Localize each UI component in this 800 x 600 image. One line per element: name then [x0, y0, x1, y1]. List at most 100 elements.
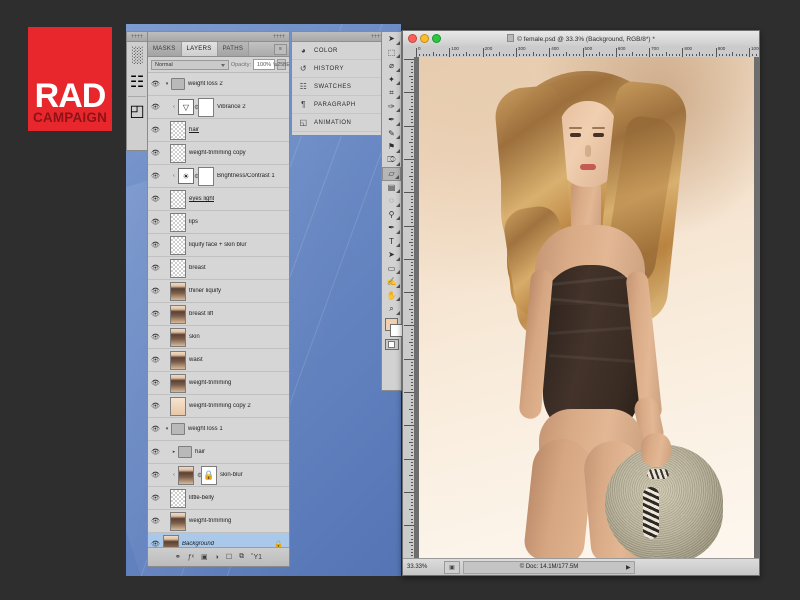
- layer-name[interactable]: waist: [189, 357, 203, 363]
- layer-name[interactable]: weight-trimming: [189, 380, 231, 386]
- layer-name[interactable]: weight loss 1: [188, 426, 223, 432]
- blur-tool[interactable]: ◌: [382, 194, 401, 208]
- side-panel-grip[interactable]: [292, 32, 387, 42]
- layer-thumbnail[interactable]: [170, 189, 186, 209]
- layer-name[interactable]: weight-trimming copy 2: [189, 403, 251, 409]
- side-panel-item[interactable]: ↺ HISTORY: [292, 60, 387, 78]
- crop-tool[interactable]: ⌗: [382, 86, 401, 100]
- layers-panel-tabs[interactable]: MASKS LAYERS PATHS ≡: [148, 42, 289, 57]
- layer-name[interactable]: hair: [195, 449, 205, 455]
- layer-name[interactable]: thiner liquify: [189, 288, 221, 294]
- layer-row[interactable]: 👁 eyes light: [148, 188, 289, 211]
- layer-visibility-icon[interactable]: 👁: [148, 241, 163, 249]
- layer-row[interactable]: 👁 skin: [148, 326, 289, 349]
- eraser-tool[interactable]: ▱: [382, 167, 401, 181]
- zoom-tool[interactable]: ⌕: [382, 302, 401, 316]
- new-layer-button[interactable]: ⧉: [239, 553, 244, 561]
- layer-thumbnail[interactable]: [170, 281, 186, 301]
- layer-thumbnail[interactable]: [170, 143, 186, 163]
- layer-style-button[interactable]: ƒˣ: [188, 554, 194, 561]
- layer-name[interactable]: lips: [189, 219, 198, 225]
- layer-name[interactable]: Brightness/Contrast 1: [217, 173, 275, 179]
- layer-row[interactable]: 👁 little-belly: [148, 487, 289, 510]
- layer-thumbnail[interactable]: [171, 78, 185, 90]
- group-disclosure-icon[interactable]: ▸: [170, 449, 178, 455]
- dodge-tool[interactable]: ⚲: [382, 208, 401, 222]
- layer-name[interactable]: skin: [189, 334, 200, 340]
- tab-masks[interactable]: MASKS: [148, 42, 182, 56]
- layer-row[interactable]: 👁 lips: [148, 211, 289, 234]
- layer-row[interactable]: 👁 ▾ weight loss 2: [148, 73, 289, 96]
- tab-paths[interactable]: PATHS: [217, 42, 250, 56]
- group-disclosure-icon[interactable]: ▾: [163, 81, 171, 87]
- layer-row[interactable]: 👁 waist: [148, 349, 289, 372]
- layer-name[interactable]: liquify face + skin blur: [189, 242, 247, 248]
- new-adjustment-layer-button[interactable]: ◑: [215, 554, 219, 561]
- navigator-panel-icon[interactable]: ◰: [127, 99, 147, 123]
- layer-row[interactable]: 👁 weight-trimming: [148, 510, 289, 533]
- layer-thumbnail[interactable]: [170, 396, 186, 416]
- tool-list[interactable]: ➤ ⬚ ⌀ ✦ ⌗ ✑ ✒ ✎ ⚑ ⎄ ▱ ▤ ◌ ⚲ ✒ T ➤ ▭ ✍ ✋ ⌕: [382, 32, 401, 316]
- layer-mask-thumbnail[interactable]: 🔒: [201, 465, 217, 485]
- adjustment-layer-thumbnail[interactable]: ☀: [178, 168, 194, 184]
- brush-tool[interactable]: ✎: [382, 127, 401, 141]
- layer-row[interactable]: 👁 ‹ ⚙ 🔒 skin-blur: [148, 464, 289, 487]
- color-swatches[interactable]: [382, 316, 403, 338]
- layer-visibility-icon[interactable]: 👁: [148, 172, 163, 180]
- layer-row[interactable]: 👁 ▾ weight loss 1: [148, 418, 289, 441]
- layer-name[interactable]: breast lift: [189, 311, 213, 317]
- collapsed-panel-dock[interactable]: ░ ☷ ◰: [126, 31, 148, 151]
- history-brush-tool[interactable]: ⎄: [382, 154, 401, 168]
- layers-panel[interactable]: MASKS LAYERS PATHS ≡ Normal Opacity: 100…: [147, 31, 290, 567]
- layer-visibility-icon[interactable]: 👁: [148, 126, 163, 134]
- layer-visibility-icon[interactable]: 👁: [148, 402, 163, 410]
- layer-thumbnail[interactable]: [178, 465, 194, 485]
- layers-panel-bottom-bar[interactable]: ⚭ ƒˣ ▣ ◑ ☐ ⧉ Ὕ1: [148, 547, 289, 566]
- layer-name[interactable]: weight-trimming: [189, 518, 231, 524]
- side-panel-list[interactable]: ◕ COLOR ↺ HISTORY ☷ SWATCHES ¶ PARAGRAPH ◱ ANIMAT…: [292, 42, 387, 132]
- layer-mask-thumbnail[interactable]: [198, 97, 214, 117]
- layer-row[interactable]: 👁 liquify face + skin blur: [148, 234, 289, 257]
- layer-name[interactable]: hair: [189, 127, 199, 133]
- layer-thumbnail[interactable]: [170, 258, 186, 278]
- layer-visibility-icon[interactable]: 👁: [148, 356, 163, 364]
- layer-thumbnail[interactable]: [170, 120, 186, 140]
- window-controls[interactable]: [403, 34, 441, 43]
- layer-thumbnail[interactable]: [170, 327, 186, 347]
- layer-visibility-icon[interactable]: 👁: [148, 379, 163, 387]
- layer-row[interactable]: 👁 weight-trimming copy 2: [148, 395, 289, 418]
- blend-mode-select[interactable]: Normal: [151, 59, 229, 70]
- info-panel-icon[interactable]: ☷: [127, 70, 147, 94]
- layer-visibility-icon[interactable]: 👁: [148, 333, 163, 341]
- layer-visibility-icon[interactable]: 👁: [148, 425, 163, 433]
- layer-visibility-icon[interactable]: 👁: [148, 494, 163, 502]
- quick-mask-toggle[interactable]: [382, 338, 401, 351]
- layer-visibility-icon[interactable]: 👁: [148, 517, 163, 525]
- type-tool[interactable]: T: [382, 235, 401, 249]
- side-panel-item[interactable]: ◱ ANIMATION: [292, 114, 387, 132]
- layer-row[interactable]: 👁 weight-trimming copy: [148, 142, 289, 165]
- layer-row[interactable]: 👁 ‹ ☀ ⚙ Brightness/Contrast 1: [148, 165, 289, 188]
- panel-menu-icon[interactable]: ≡: [274, 44, 287, 55]
- document-window[interactable]: © female.psd @ 33.3% (Background, RGB/8*…: [402, 30, 760, 576]
- dock-grip-bar[interactable]: [127, 32, 147, 42]
- layers-panel-grip[interactable]: [148, 32, 289, 42]
- add-layer-mask-button[interactable]: ▣: [201, 553, 208, 561]
- layer-row[interactable]: 👁 ▸ hair: [148, 441, 289, 464]
- layer-thumbnail[interactable]: [178, 446, 192, 458]
- layer-thumbnail[interactable]: [170, 235, 186, 255]
- layer-row[interactable]: 👁 breast: [148, 257, 289, 280]
- close-window-button[interactable]: [408, 34, 417, 43]
- clone-stamp-tool[interactable]: ⚑: [382, 140, 401, 154]
- layer-visibility-icon[interactable]: 👁: [148, 448, 163, 456]
- artboard[interactable]: [419, 57, 754, 558]
- layer-visibility-icon[interactable]: 👁: [148, 264, 163, 272]
- layer-visibility-icon[interactable]: 👁: [148, 287, 163, 295]
- notes-tool[interactable]: ✍: [382, 275, 401, 289]
- document-status-bar[interactable]: 33.33% ▣ © Doc: 14.1M/177.5M ▶: [403, 558, 759, 575]
- tools-palette[interactable]: ➤ ⬚ ⌀ ✦ ⌗ ✑ ✒ ✎ ⚑ ⎄ ▱ ▤ ◌ ⚲ ✒ T ➤ ▭ ✍ ✋ ⌕: [381, 31, 403, 391]
- layer-thumbnail[interactable]: [170, 304, 186, 324]
- layer-thumbnail[interactable]: [170, 212, 186, 232]
- minimize-window-button[interactable]: [420, 34, 429, 43]
- layer-visibility-icon[interactable]: 👁: [148, 471, 163, 479]
